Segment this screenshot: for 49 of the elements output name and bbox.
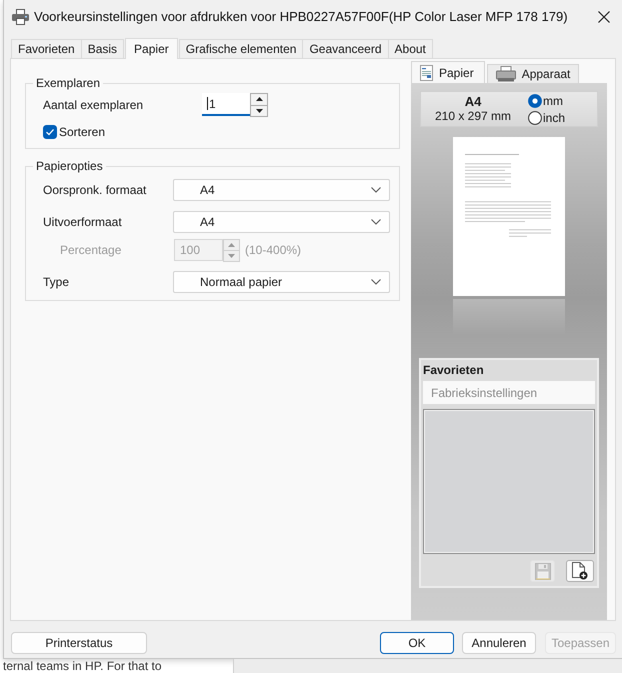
up-triangle-icon <box>256 97 262 102</box>
dialog-button[interactable]: Annuleren <box>462 632 536 654</box>
favorites-title: Favorieten <box>423 362 484 379</box>
group-title: Exemplaren <box>35 76 102 90</box>
radio-label[interactable]: mm <box>543 94 563 108</box>
chevron-down-icon <box>371 279 381 285</box>
document-icon <box>420 64 433 80</box>
spin-down-button[interactable] <box>250 104 268 117</box>
new-document-icon <box>572 562 588 580</box>
background-text: ternal teams in HP. For that to <box>3 659 162 673</box>
paper-size-name: A4 <box>464 94 482 109</box>
favorites-list[interactable] <box>423 409 595 554</box>
paper-dimensions: 210 x 297 mm <box>434 109 512 124</box>
field-label: Aantal exemplaren <box>43 98 144 112</box>
window-title: Voorkeursinstellingen voor afdrukken voor HPB0227A57F00F(HP Color Laser MFP 178 179) <box>34 9 568 24</box>
radio-button[interactable] <box>528 110 542 124</box>
tab[interactable]: Favorieten <box>11 39 82 58</box>
field-label: Percentage <box>59 243 122 257</box>
tab[interactable]: Papier <box>411 61 485 83</box>
checkbox[interactable] <box>43 125 57 139</box>
printer-icon <box>496 66 516 82</box>
dropdown[interactable]: A4 <box>173 179 390 201</box>
close-icon[interactable] <box>598 10 610 22</box>
radio-label[interactable]: inch <box>543 110 566 124</box>
new-favorite-button[interactable] <box>566 560 594 582</box>
tab[interactable]: About <box>388 39 433 58</box>
tab[interactable]: Papier <box>125 38 178 59</box>
dropdown[interactable]: Normaal papier <box>173 271 390 293</box>
tab[interactable]: Grafische elementen <box>178 39 304 58</box>
tab[interactable]: Basis <box>80 39 124 58</box>
chevron-down-icon <box>371 187 381 193</box>
dialog-button[interactable]: OK <box>380 632 454 654</box>
group-title: Papieropties <box>35 159 104 173</box>
chevron-down-icon <box>371 219 381 225</box>
spin-up-button[interactable] <box>250 93 268 106</box>
printer-status-button[interactable]: Printerstatus <box>11 632 147 654</box>
dropdown[interactable]: A4 <box>173 211 390 233</box>
tab[interactable]: Apparaat <box>486 64 580 83</box>
field-label: Uitvoerformaat <box>43 215 123 229</box>
down-triangle-icon <box>256 108 262 113</box>
range-hint: (10-400%) <box>245 243 302 257</box>
checkbox-label[interactable]: Sorteren <box>59 125 106 139</box>
printer-icon <box>12 8 29 24</box>
down-triangle-icon <box>228 254 235 258</box>
field-label: Type <box>43 275 70 289</box>
radio-button[interactable] <box>528 94 542 108</box>
up-triangle-icon <box>228 243 235 247</box>
copies-field[interactable]: 1 <box>202 93 250 116</box>
field-label: Oorspronk. formaat <box>43 183 148 197</box>
